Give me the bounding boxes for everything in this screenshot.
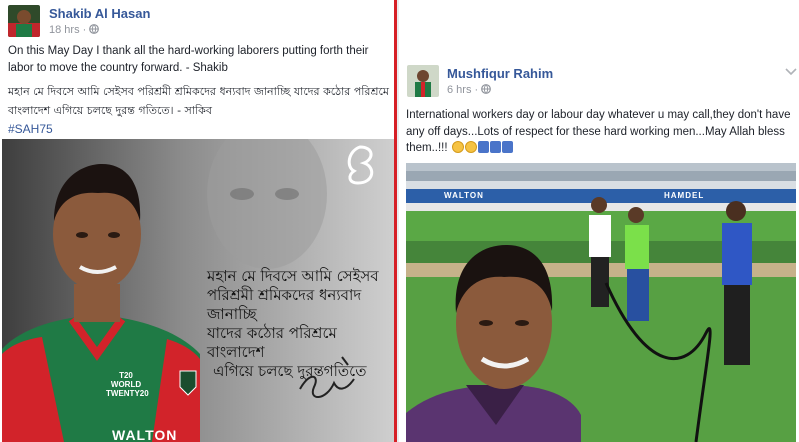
hashtag-link[interactable]: #SAH75 (8, 122, 53, 136)
shakib-post-time[interactable]: 18 hrs (49, 24, 80, 36)
mushfiqur-post-meta: 6 hrs · (447, 84, 492, 96)
shakib-post: Shakib Al Hasan 18 hrs · On this May Day … (0, 0, 394, 442)
jersey-sponsor-text: WALTON (112, 427, 178, 442)
shakib-post-meta: 18 hrs · (49, 24, 100, 36)
mushfiqur-author-name[interactable]: Mushfiqur Rahim (447, 66, 553, 81)
smile-emoji-icon (451, 141, 464, 153)
thumbs-up-icon (489, 141, 501, 153)
mushfiqur-post: Mushfiqur Rahim 6 hrs · International wor… (399, 0, 799, 442)
photo-overlay-text: মহান মে দিবসে আমি সেইসব পরিশ্রমী শ্রমিকদ… (207, 267, 394, 381)
emoji-reactions (451, 141, 513, 159)
shakib-post-text-bangla: মহান মে দিবসে আমি সেইসব পরিশ্রমী শ্রমিকদ… (8, 85, 390, 117)
shakib-post-text-english: On this May Day I thank all the hard-wor… (8, 45, 369, 74)
thumbs-up-icon (477, 141, 489, 153)
thumbs-up-icon (501, 141, 513, 153)
overlay-line: যাদের কঠোর পরিশ্রমে বাংলাদেশ (207, 324, 337, 361)
jersey-logo-text: T20 WORLD TWENTY20 (106, 371, 149, 398)
mushfiqur-post-photo[interactable]: WALTON HAMDEL (406, 163, 796, 442)
shakib-post-photo[interactable]: T20 WORLD TWENTY20 WALTON মহান মে দিবসে … (2, 139, 394, 442)
globe-icon (89, 24, 100, 34)
globe-icon (481, 84, 492, 94)
mushfiqur-avatar[interactable] (407, 65, 439, 97)
overlay-line: এগিয়ে চলছে দুরন্তগতিতে (213, 362, 367, 380)
mushfiqur-post-time[interactable]: 6 hrs (447, 84, 471, 96)
board-sponsor-text: HAMDEL (664, 191, 705, 200)
overlay-line: মহান মে দিবসে আমি সেইসব (207, 267, 379, 285)
shakib-avatar[interactable] (8, 5, 40, 37)
smile-emoji-icon (464, 141, 477, 153)
board-sponsor-text: WALTON (444, 191, 484, 200)
overlay-line: পরিশ্রমী শ্রমিকদের ধন্যবাদ জানাচ্ছি (207, 286, 362, 323)
chevron-down-icon[interactable] (785, 68, 797, 76)
mushfiqur-post-text: International workers day or labour day … (406, 107, 791, 159)
shakib-author-name[interactable]: Shakib Al Hasan (49, 6, 150, 21)
